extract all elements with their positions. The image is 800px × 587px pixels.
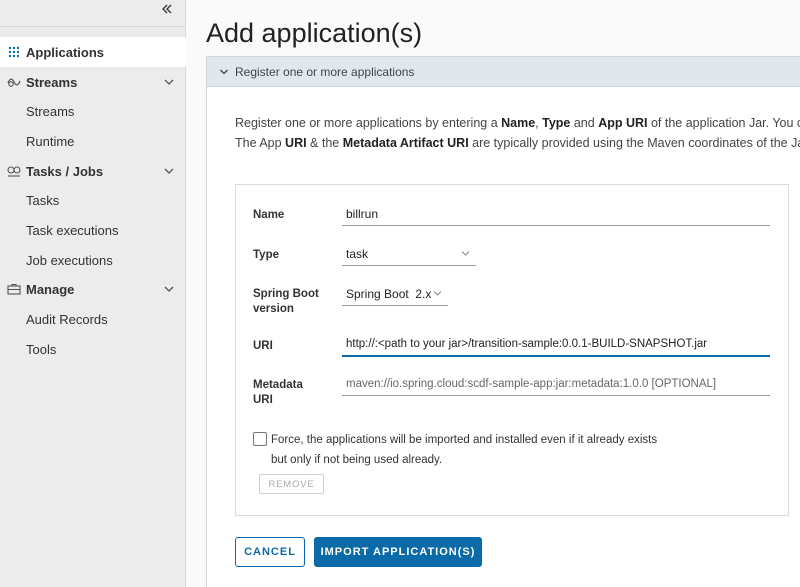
force-line: Force, the applications will be imported…: [271, 434, 658, 446]
sidebar-item-streams[interactable]: Streams: [0, 96, 186, 126]
cancel-button[interactable]: CANCEL: [235, 537, 305, 567]
intro-text-part: are typically provided using the Maven c…: [468, 136, 800, 150]
main-content: Add application(s) Register one or more …: [187, 0, 800, 587]
intro-text-part: Name: [501, 116, 536, 130]
sidebar-group-tasks-jobs[interactable]: Tasks / Jobs: [0, 156, 186, 186]
sidebar-item-tasks[interactable]: Tasks: [0, 185, 186, 215]
intro-text: Register one or more applications by ent…: [235, 113, 800, 153]
sidebar-item-label: Audit Records: [26, 311, 108, 327]
intro-text-part: Metadata Artifact URI: [342, 136, 469, 150]
sidebar-item-tools[interactable]: Tools: [0, 334, 186, 364]
sidebar-item-label: Streams: [26, 103, 75, 119]
label-line: Metadata: [253, 379, 303, 391]
metadata-uri-field[interactable]: maven://io.spring.cloud:scdf-sample-app:…: [342, 372, 770, 396]
intro-text-part: URI: [285, 136, 307, 150]
sidebar-group-streams[interactable]: Streams: [0, 67, 186, 97]
import-applications-button[interactable]: IMPORT APPLICATION(S): [314, 537, 482, 567]
chevron-down-icon: [220, 69, 228, 74]
chevron-down-icon: [164, 286, 174, 292]
type-select-value: task: [346, 246, 369, 261]
label-line: Spring Boot: [253, 288, 319, 300]
intro-line-1: Register one or more applications by ent…: [235, 113, 800, 133]
uri-label: URI: [253, 340, 273, 352]
metadata-uri-label: Metadata URI: [253, 378, 303, 408]
section-header[interactable]: Register one or more applications: [207, 57, 800, 87]
briefcase-icon: [7, 282, 21, 296]
force-checkbox[interactable]: [253, 432, 267, 446]
section-title: Register one or more applications: [235, 64, 415, 79]
sidebar-item-label: Runtime: [26, 133, 75, 149]
force-line: but only if not being used already.: [271, 454, 443, 466]
streams-icon: [7, 75, 21, 89]
sidebar-item-runtime[interactable]: Runtime: [0, 126, 186, 156]
label-line: URI: [253, 394, 273, 406]
register-card: Register one or more applications Regist…: [206, 56, 800, 587]
force-description: Force, the applications will be imported…: [271, 430, 657, 470]
intro-line-2: The App URI & the Metadata Artifact URI …: [235, 133, 800, 153]
sidebar-item-applications[interactable]: Applications: [0, 37, 186, 67]
chevron-down-icon: [433, 291, 442, 296]
intro-text-part: Register one or more applications by ent…: [235, 116, 502, 130]
type-label: Type: [253, 249, 279, 261]
sidebar-divider: [0, 26, 186, 27]
sidebar-item-label: Task executions: [26, 222, 119, 238]
tasks-icon: [7, 164, 21, 178]
chevron-down-icon: [164, 79, 174, 85]
intro-text-part: The App: [235, 136, 286, 150]
name-field[interactable]: billrun: [342, 202, 770, 226]
sidebar-item-audit-records[interactable]: Audit Records: [0, 304, 186, 334]
type-select[interactable]: task: [342, 242, 476, 266]
intro-text-part: of the application Jar. You c: [647, 116, 800, 130]
intro-text-part: App URI: [598, 116, 648, 130]
grid-icon: [7, 45, 21, 59]
double-chevron-left-icon: [162, 4, 172, 14]
sidebar-item-label: Tasks: [26, 192, 60, 208]
sidebar-group-manage[interactable]: Manage: [0, 274, 186, 304]
intro-text-part: Type: [542, 116, 571, 130]
spring-boot-select-value: Spring Boot 2.x: [346, 286, 432, 301]
sidebar-item-label: Tools: [26, 341, 57, 357]
sidebar-item-label: Applications: [26, 44, 105, 60]
application-form: Name billrun Type task Spring Boot versi…: [235, 184, 789, 516]
intro-text-part: and: [570, 116, 599, 130]
name-label: Name: [253, 209, 285, 221]
sidebar-item-task-executions[interactable]: Task executions: [0, 215, 186, 245]
sidebar-item-label: Job executions: [26, 252, 113, 268]
intro-text-part: & the: [306, 136, 343, 150]
remove-button[interactable]: REMOVE: [259, 474, 324, 494]
collapse-sidebar-button[interactable]: [157, 2, 177, 22]
chevron-down-icon: [164, 168, 174, 174]
spring-boot-version-label: Spring Boot version: [253, 287, 319, 317]
sidebar-group-label: Manage: [26, 281, 75, 297]
sidebar: Applications Streams Streams Runtime Tas…: [0, 0, 186, 587]
page-title: Add application(s): [206, 18, 423, 48]
sidebar-item-job-executions[interactable]: Job executions: [0, 245, 186, 275]
chevron-down-icon: [461, 251, 470, 256]
sidebar-group-label: Streams: [26, 74, 78, 90]
spring-boot-version-select[interactable]: Spring Boot 2.x: [342, 282, 448, 306]
sidebar-group-label: Tasks / Jobs: [26, 163, 104, 179]
label-line: version: [253, 303, 294, 315]
uri-field[interactable]: http://:<path to your jar>/transition-sa…: [342, 332, 770, 357]
